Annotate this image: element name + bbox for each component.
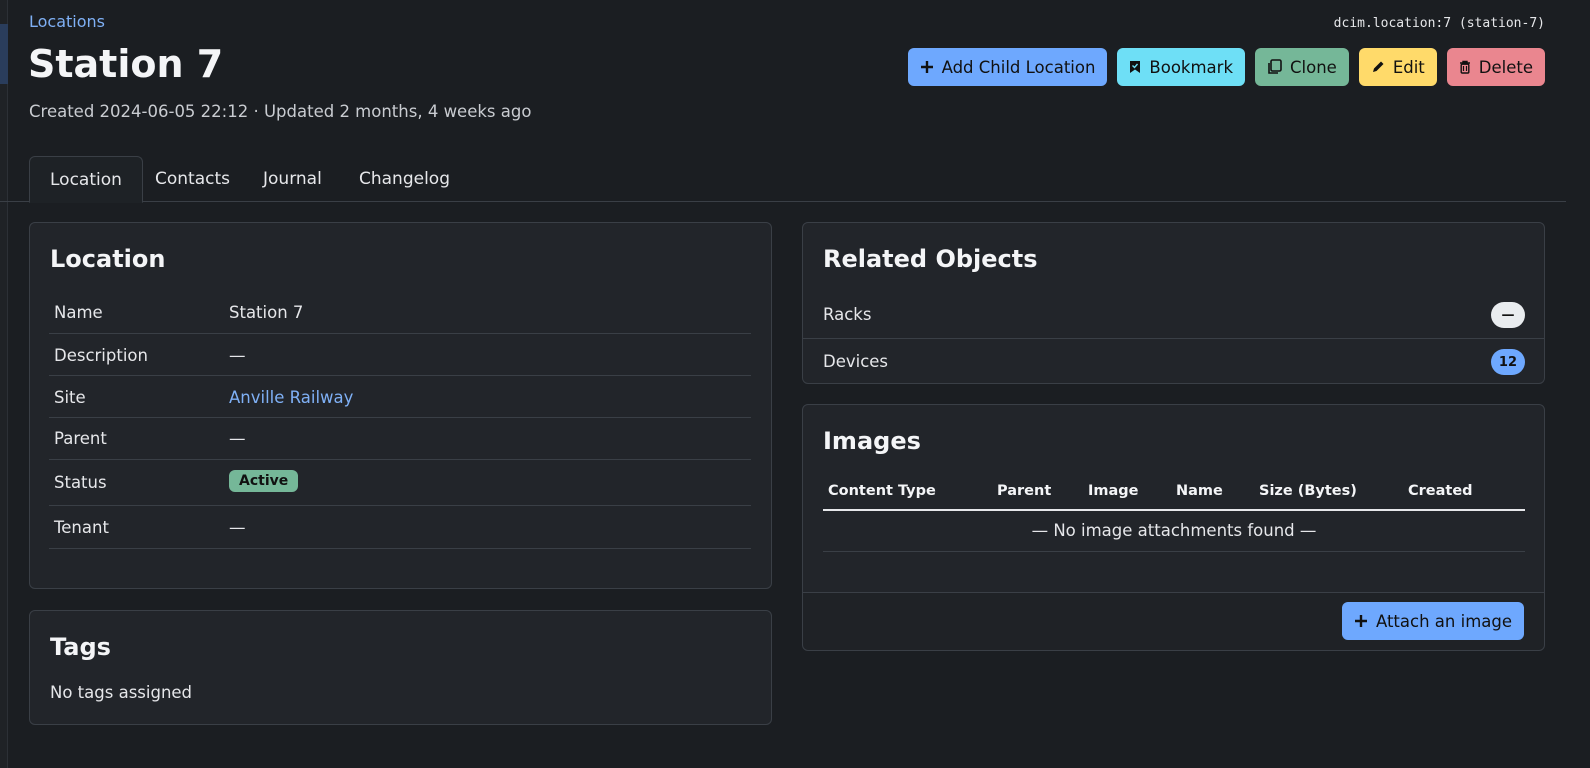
attr-key: Description [54,346,148,365]
breadcrumb-locations[interactable]: Locations [29,12,105,31]
related-objects-card: Related Objects Racks — Devices 12 [802,222,1545,384]
add-child-location-label: Add Child Location [941,57,1096,77]
related-objects-title: Related Objects [823,245,1038,273]
bookmark-button[interactable]: Bookmark [1117,48,1246,86]
attr-row-site: Site Anville Railway [49,376,751,418]
attr-row-status: Status Active [49,460,751,506]
attr-value: — [229,518,246,537]
related-label: Devices [823,352,889,371]
tab-contacts[interactable]: Contacts [135,156,250,202]
action-buttons: Add Child Location Bookmark Clone Edit D… [907,48,1545,86]
related-label: Racks [823,305,872,324]
sidebar-active-marker [0,24,8,84]
attr-value: Station 7 [229,303,304,322]
tags-card: Tags No tags assigned [29,610,772,725]
attr-key: Site [54,388,86,407]
tab-bar: Location Contacts Journal Changelog [0,156,1566,203]
attr-row-name: Name Station 7 [49,292,751,334]
attach-image-button[interactable]: Attach an image [1341,602,1524,640]
created-updated-meta: Created 2024-06-05 22:12 · Updated 2 mon… [29,102,532,121]
devices-count-badge: 12 [1490,349,1525,375]
trash-icon [1459,60,1471,74]
edit-label: Edit [1392,57,1425,77]
pencil-icon [1371,60,1385,74]
tab-journal[interactable]: Journal [243,156,342,202]
clone-button[interactable]: Clone [1255,48,1349,86]
clone-label: Clone [1290,57,1337,77]
object-identifier: dcim.location:7 (station-7) [1333,16,1545,31]
column-header-size: Size (Bytes) [1259,483,1357,499]
plus-icon [1354,614,1368,628]
no-images-row: — No image attachments found — [823,511,1525,552]
column-header-image: Image [1088,483,1139,499]
location-card-title: Location [50,245,166,273]
tags-card-title: Tags [50,633,111,661]
column-header-created: Created [1408,483,1473,499]
tab-location[interactable]: Location [29,156,143,203]
attr-value: — [229,346,246,365]
images-card-title: Images [823,427,921,455]
column-header-name: Name [1176,483,1223,499]
attr-key: Name [54,303,103,322]
copy-icon [1267,59,1282,75]
delete-button[interactable]: Delete [1446,48,1545,86]
edit-button[interactable]: Edit [1358,48,1437,86]
tab-changelog[interactable]: Changelog [339,156,470,202]
column-header-parent: Parent [997,483,1052,499]
attr-row-tenant: Tenant — [49,506,751,549]
no-tags-text: No tags assigned [50,683,193,702]
racks-count-badge: — [1491,302,1525,328]
attr-key: Parent [54,429,107,448]
attr-key: Status [54,473,107,492]
images-card: Images Content Type Parent Image Name Si… [802,404,1545,651]
status-badge: Active [229,470,299,492]
attr-value: — [229,429,246,448]
related-row-devices[interactable]: Devices 12 [803,339,1545,386]
sidebar-edge [0,0,8,768]
related-row-racks[interactable]: Racks — [803,292,1545,339]
add-child-location-button[interactable]: Add Child Location [907,48,1108,86]
attach-image-label: Attach an image [1375,611,1512,631]
bookmark-label: Bookmark [1149,57,1234,77]
bookmark-icon [1129,60,1141,74]
attr-key: Tenant [54,518,109,537]
page-title: Station 7 [28,42,224,86]
plus-icon [920,60,934,74]
attr-row-parent: Parent — [49,418,751,460]
attr-row-description: Description — [49,334,751,376]
column-header-content-type: Content Type [828,483,936,499]
site-link[interactable]: Anville Railway [229,388,353,407]
delete-label: Delete [1478,57,1533,77]
